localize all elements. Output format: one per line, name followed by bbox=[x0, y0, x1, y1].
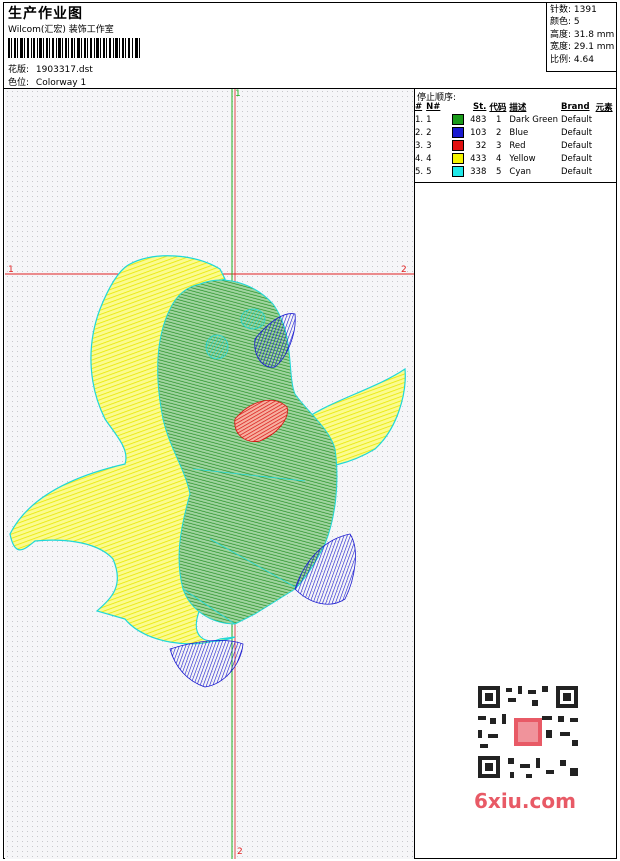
color-swatch bbox=[452, 114, 465, 125]
design-label: 花版: bbox=[8, 65, 30, 75]
row-needle: 2 bbox=[426, 127, 432, 138]
color-swatch bbox=[452, 166, 465, 177]
row-needle: 4 bbox=[426, 153, 432, 164]
row-description: Cyan bbox=[509, 166, 531, 177]
table-row: 4. 4 433 4 Yellow Default bbox=[415, 152, 616, 165]
row-index: 1. bbox=[415, 114, 424, 125]
row-stitches: 433 bbox=[452, 152, 489, 165]
frame-top bbox=[3, 2, 617, 3]
row-brand: Default bbox=[561, 166, 593, 177]
col-element: 元素 bbox=[595, 103, 613, 113]
table-row: 2. 2 103 2 Blue Default bbox=[415, 126, 616, 139]
stats-bottom bbox=[546, 71, 617, 72]
row-brand: Default bbox=[561, 140, 593, 151]
design-value: 1903317.dst bbox=[35, 65, 93, 75]
row-code: 5 bbox=[495, 166, 502, 177]
color-count: 颜色: 5 bbox=[550, 17, 580, 28]
design-width: 宽度: 29.1 mm bbox=[550, 42, 615, 53]
col-index: # bbox=[415, 102, 423, 112]
panel-divider bbox=[414, 88, 415, 859]
table-row: 1. 1 483 1 Dark Green Default bbox=[415, 113, 616, 126]
col-stitches: St. bbox=[472, 102, 487, 112]
col-code: 代码 bbox=[489, 103, 507, 113]
row-element bbox=[596, 165, 616, 178]
embroidery-preview bbox=[5, 89, 414, 859]
col-needle: N# bbox=[426, 102, 441, 112]
stitch-count-value: 483 bbox=[470, 115, 487, 125]
studio-name: Wilcom(汇宏) 装饰工作室 bbox=[8, 25, 114, 35]
row-description: Blue bbox=[509, 127, 529, 138]
stitch-count-value: 103 bbox=[470, 128, 487, 138]
colorway-value: Colorway 1 bbox=[35, 78, 87, 88]
table-row: 3. 3 32 3 Red Default bbox=[415, 139, 616, 152]
row-code: 2 bbox=[495, 127, 502, 138]
stitch-count-value: 433 bbox=[470, 154, 487, 164]
row-brand: Default bbox=[561, 114, 593, 125]
col-description: 描述 bbox=[509, 103, 527, 113]
design-canvas: 1 2 1 2 bbox=[5, 89, 414, 859]
row-code: 1 bbox=[495, 114, 502, 125]
row-code: 3 bbox=[495, 140, 502, 151]
row-index: 5. bbox=[415, 166, 424, 177]
cyan-eye-left bbox=[205, 334, 229, 360]
stitch-count: 针数: 1391 bbox=[550, 5, 597, 15]
v-guide-end: 2 bbox=[237, 847, 243, 857]
design-stats: 针数: 1391 颜色: 5 高度: 31.8 mm 宽度: 29.1 mm 比… bbox=[550, 4, 614, 66]
row-brand: Default bbox=[561, 127, 593, 138]
row-stitches: 103 bbox=[452, 126, 489, 139]
row-stitches: 32 bbox=[452, 139, 489, 152]
row-element bbox=[596, 139, 616, 152]
row-index: 4. bbox=[415, 153, 424, 164]
table-row: 5. 5 338 5 Cyan Default bbox=[415, 165, 616, 178]
barcode-image bbox=[8, 38, 140, 58]
h-guide-end: 2 bbox=[401, 265, 407, 275]
color-swatch bbox=[452, 153, 465, 164]
row-index: 2. bbox=[415, 127, 424, 138]
design-scale: 比例: 4.64 bbox=[550, 54, 594, 65]
row-index: 3. bbox=[415, 140, 424, 151]
row-element bbox=[596, 126, 616, 139]
frame-right bbox=[616, 2, 617, 859]
table-bottom bbox=[414, 182, 617, 183]
col-brand: Brand bbox=[561, 102, 590, 112]
color-swatch bbox=[452, 140, 465, 151]
frame-left bbox=[3, 2, 4, 859]
row-element bbox=[596, 113, 616, 126]
design-file-row: 花版: 1903317.dst bbox=[8, 62, 93, 75]
cyan-eye-right bbox=[240, 308, 266, 330]
row-description: Red bbox=[509, 140, 526, 151]
colorway-label: 色位: bbox=[8, 78, 30, 88]
h-guide-start: 1 bbox=[8, 265, 14, 275]
colorway-row: 色位: Colorway 1 bbox=[8, 75, 86, 88]
qr-code-image bbox=[472, 682, 584, 782]
row-needle: 5 bbox=[426, 166, 432, 177]
design-height: 高度: 31.8 mm bbox=[550, 29, 615, 40]
row-needle: 3 bbox=[426, 140, 432, 151]
row-description: Dark Green bbox=[509, 114, 559, 125]
watermark-text: 6xiu.com bbox=[474, 789, 576, 813]
row-brand: Default bbox=[561, 153, 593, 164]
stop-sequence-table: # N# St. 代码 描述 Brand 元素 1. 1 483 1 Dark Gree… bbox=[415, 101, 616, 178]
v-guide-start: 1 bbox=[235, 89, 241, 99]
row-code: 4 bbox=[495, 153, 502, 164]
row-stitches: 483 bbox=[452, 113, 489, 126]
color-swatch bbox=[452, 127, 465, 138]
table-header-row: # N# St. 代码 描述 Brand 元素 bbox=[415, 101, 616, 113]
stitch-count-value: 32 bbox=[475, 141, 487, 151]
row-stitches: 338 bbox=[452, 165, 489, 178]
page-title: 生产作业图 bbox=[8, 6, 83, 22]
row-description: Yellow bbox=[509, 153, 536, 164]
stitch-count-value: 338 bbox=[470, 167, 487, 177]
row-needle: 1 bbox=[426, 114, 432, 125]
stats-divider bbox=[546, 2, 547, 71]
row-element bbox=[596, 152, 616, 165]
